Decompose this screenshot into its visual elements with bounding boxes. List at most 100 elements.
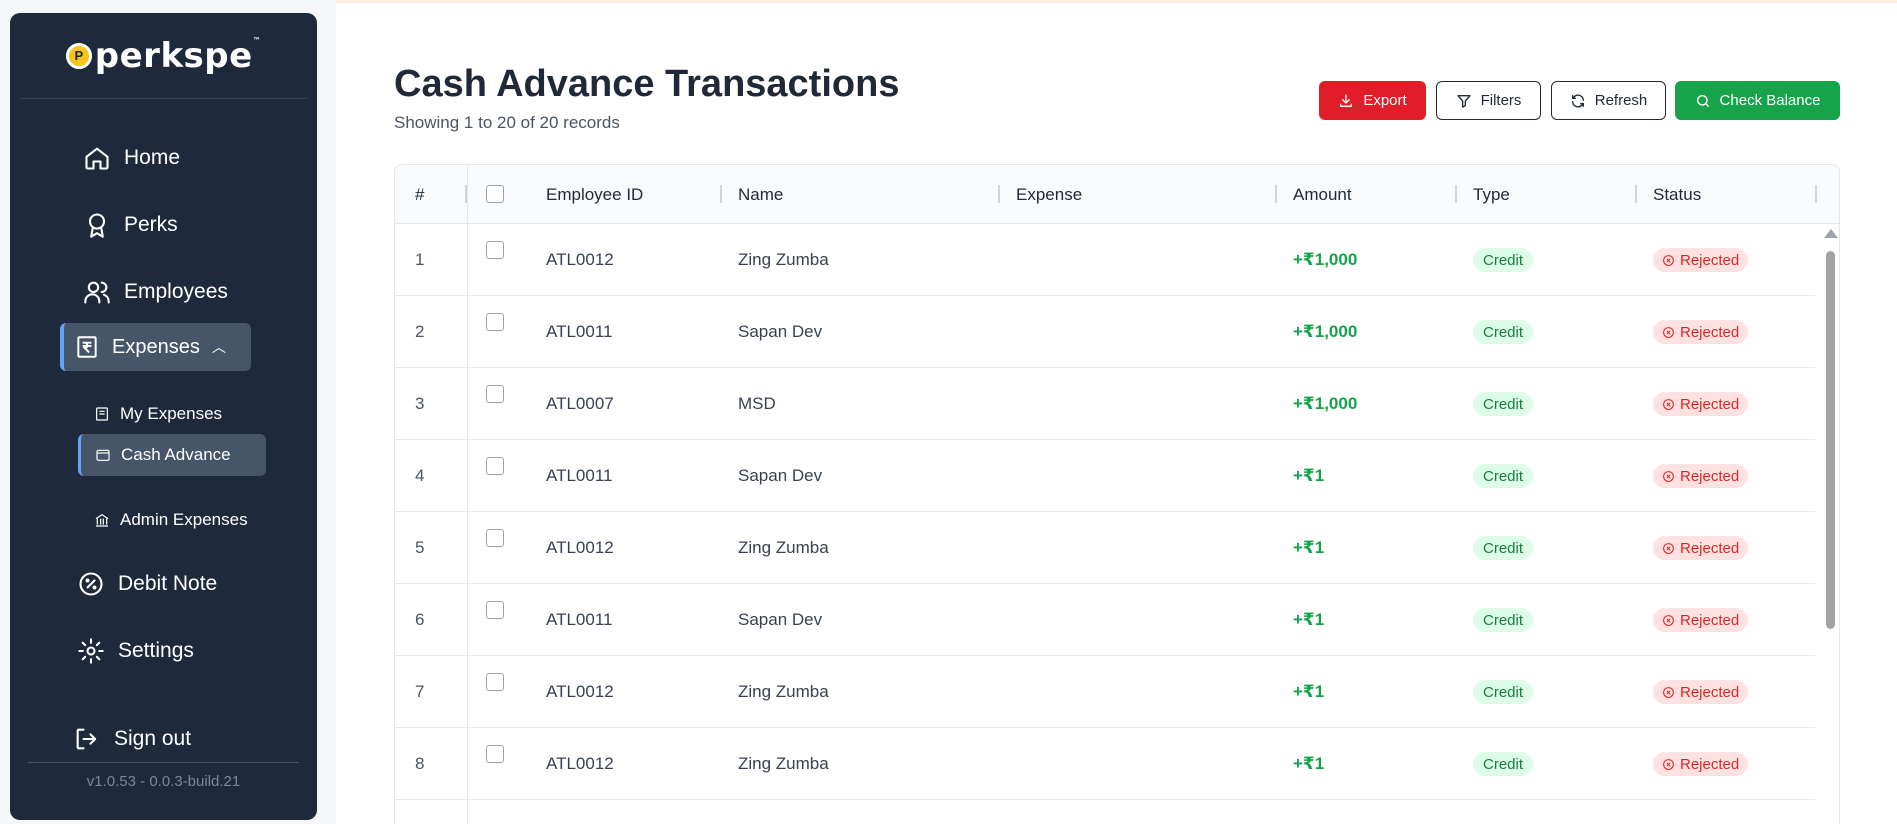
column-separator [720, 185, 722, 203]
filters-button[interactable]: Filters [1436, 81, 1541, 120]
sidebar-item-label: Debit Note [118, 572, 218, 595]
x-circle-icon [1663, 758, 1674, 770]
table-row[interactable]: 6 ATL0011 Sapan Dev +₹1 Credit Rejected [395, 584, 1815, 656]
sidebar-item-label: Expenses [112, 335, 200, 358]
discount-badge-icon [76, 569, 106, 599]
gear-icon [76, 636, 106, 666]
sidebar-item-perks[interactable]: Perks [82, 210, 178, 240]
export-button[interactable]: Export [1319, 81, 1426, 120]
employee-id-cell: ATL0011 [546, 466, 613, 485]
amount-cell: +₹1,000 [1293, 322, 1358, 341]
export-label: Export [1363, 92, 1407, 109]
type-badge: Credit [1473, 680, 1534, 704]
column-separator [1455, 185, 1457, 203]
logo-badge-icon: P [65, 42, 92, 69]
x-circle-icon [1663, 470, 1674, 482]
row-checkbox[interactable] [486, 601, 504, 619]
column-header-index: # [415, 185, 425, 204]
status-label: Rejected [1680, 251, 1740, 269]
scroll-thumb[interactable] [1826, 251, 1835, 629]
sidebar: P perkspe™ Home Perks Employees Expenses… [10, 13, 317, 820]
status-badge: Rejected [1653, 248, 1749, 272]
refresh-button[interactable]: Refresh [1551, 81, 1666, 120]
table-row[interactable]: 1 ATL0012 Zing Zumba +₹1,000 Credit Rejected [395, 224, 1815, 296]
column-header-name[interactable]: Name [738, 185, 783, 205]
scroll-up-arrow-icon[interactable] [1824, 229, 1838, 238]
check-balance-button[interactable]: Check Balance [1675, 81, 1840, 120]
table-row[interactable]: 5 ATL0012 Zing Zumba +₹1 Credit Rejected [395, 512, 1815, 584]
column-separator [1815, 185, 1817, 203]
row-index: 2 [415, 322, 425, 341]
sign-out-button[interactable]: Sign out [72, 724, 191, 754]
table-row[interactable]: 4 ATL0011 Sapan Dev +₹1 Credit Rejected [395, 440, 1815, 512]
sidebar-item-settings[interactable]: Settings [76, 636, 194, 666]
table-row[interactable]: 7 ATL0012 Zing Zumba +₹1 Credit Rejected [395, 656, 1815, 728]
logout-icon [72, 724, 102, 754]
type-badge: Credit [1473, 536, 1534, 560]
status-label: Rejected [1680, 611, 1740, 629]
column-header-employee-id[interactable]: Employee ID [546, 185, 643, 205]
row-checkbox[interactable] [486, 241, 504, 259]
brand-logo[interactable]: P perkspe™ [20, 13, 307, 99]
receipt-icon [77, 336, 97, 358]
download-icon [1340, 93, 1353, 107]
row-index: 5 [415, 538, 425, 557]
employee-id-cell: ATL0012 [546, 754, 614, 773]
bank-icon [95, 513, 109, 527]
home-icon [82, 143, 112, 173]
table-row[interactable]: 8 ATL0012 Zing Zumba +₹1 Credit Rejected [395, 728, 1815, 800]
employee-id-cell: ATL0007 [546, 394, 614, 413]
row-checkbox[interactable] [486, 745, 504, 763]
employee-id-cell: ATL0012 [546, 250, 614, 269]
type-badge: Credit [1473, 752, 1534, 776]
column-header-type[interactable]: Type [1473, 185, 1510, 205]
sidebar-item-debit-note[interactable]: Debit Note [76, 569, 217, 599]
status-badge: Rejected [1653, 752, 1749, 776]
table-header: # Employee ID Name Expense Amount Type S… [395, 165, 1839, 224]
sidebar-subitem-admin-expenses[interactable]: Admin Expenses [94, 510, 248, 530]
column-header-expense[interactable]: Expense [1016, 185, 1082, 205]
amount-cell: +₹1 [1293, 538, 1325, 557]
row-index: 8 [415, 754, 425, 773]
type-badge: Credit [1473, 392, 1534, 416]
table-row[interactable]: 2 ATL0011 Sapan Dev +₹1,000 Credit Rejected [395, 296, 1815, 368]
name-cell: Sapan Dev [738, 610, 823, 629]
row-checkbox[interactable] [486, 313, 504, 331]
row-checkbox[interactable] [486, 673, 504, 691]
chevron-up-icon: ︿ [211, 339, 226, 355]
name-cell: Zing Zumba [738, 538, 829, 557]
status-badge: Rejected [1653, 608, 1749, 632]
type-badge: Credit [1473, 248, 1534, 272]
select-all-checkbox[interactable] [486, 185, 504, 203]
name-cell: Zing Zumba [738, 250, 829, 269]
column-separator [1635, 185, 1637, 203]
table-row[interactable]: 3 ATL0007 MSD +₹1,000 Credit Rejected [395, 368, 1815, 440]
sidebar-subitem-cash-advance[interactable]: Cash Advance [78, 434, 266, 476]
amount-cell: +₹1 [1293, 754, 1325, 773]
sidebar-subitem-my-expenses[interactable]: My Expenses [94, 404, 222, 424]
main-content: Cash Advance Transactions Showing 1 to 2… [336, 0, 1897, 824]
name-cell: Zing Zumba [738, 754, 829, 773]
row-checkbox[interactable] [486, 457, 504, 475]
column-separator [998, 185, 1000, 203]
status-label: Rejected [1680, 539, 1740, 557]
table-scrollbar[interactable] [1823, 229, 1838, 824]
status-badge: Rejected [1653, 464, 1749, 488]
column-header-amount[interactable]: Amount [1293, 185, 1352, 205]
x-circle-icon [1663, 542, 1674, 554]
row-checkbox[interactable] [486, 385, 504, 403]
sidebar-item-home[interactable]: Home [82, 143, 180, 173]
type-badge: Credit [1473, 464, 1534, 488]
status-label: Rejected [1680, 467, 1740, 485]
name-cell: Zing Zumba [738, 682, 829, 701]
row-checkbox[interactable] [486, 529, 504, 547]
sidebar-item-employees[interactable]: Employees [82, 277, 228, 307]
column-header-status[interactable]: Status [1653, 185, 1701, 205]
sidebar-item-expenses[interactable]: Expenses ︿ [60, 323, 251, 371]
name-cell: Sapan Dev [738, 466, 823, 485]
version-label: v1.0.53 - 0.0.3-build.21 [86, 773, 241, 790]
type-badge: Credit [1473, 320, 1534, 344]
amount-cell: +₹1 [1293, 682, 1325, 701]
sidebar-subitem-label: My Expenses [120, 404, 223, 423]
sidebar-item-label: Employees [124, 280, 228, 303]
